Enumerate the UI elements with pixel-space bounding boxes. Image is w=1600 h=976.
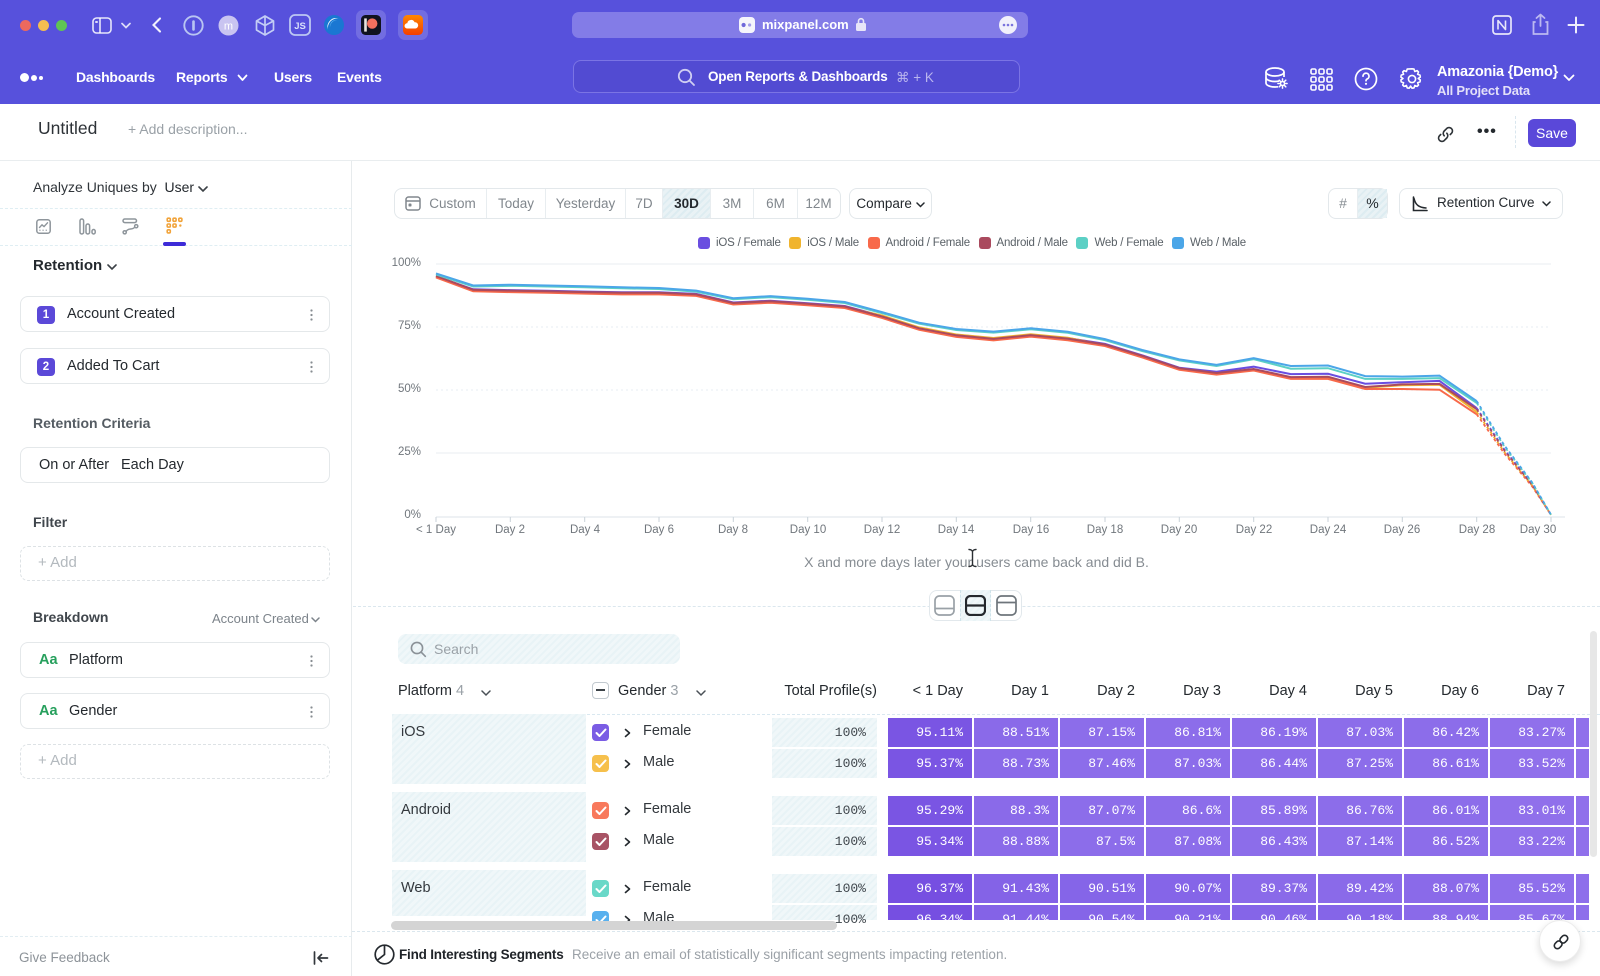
svg-text:m: m: [224, 21, 233, 33]
svg-text:JS: JS: [294, 21, 306, 32]
